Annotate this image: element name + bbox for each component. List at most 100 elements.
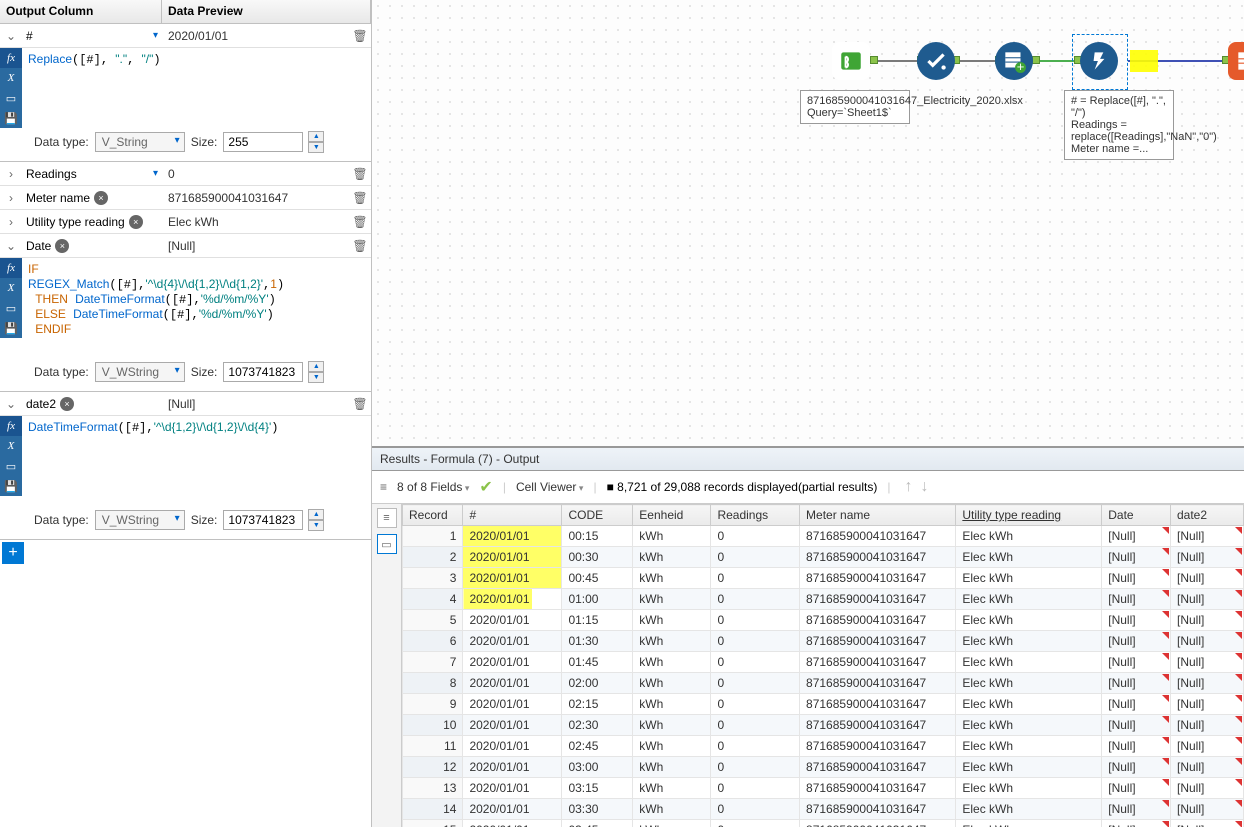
field-name-select[interactable]: Utility type reading× [22,213,162,231]
table-row[interactable]: 102020/01/0102:30kWh0871685900041031647E… [403,715,1244,736]
formula-block-1: fx X ▭ 💾 Replace([#], ".", "/") Data typ… [0,48,371,162]
clear-icon[interactable]: × [60,397,74,411]
chevron-right-icon[interactable]: › [0,211,22,233]
col-header[interactable]: Record [403,505,463,526]
field-name-select[interactable]: Date× [22,237,162,255]
field-row-meter: › Meter name× 871685900041031647 🗑 [0,186,371,210]
formula-tool-icon[interactable] [1080,42,1118,80]
fx-icon[interactable]: fx [0,48,22,68]
datatype-select[interactable]: V_String [95,132,185,152]
field-row-utility: › Utility type reading× Elec kWh 🗑 [0,210,371,234]
folder-icon[interactable]: ▭ [0,298,22,318]
table-row[interactable]: 72020/01/0101:45kWh0871685900041031647El… [403,652,1244,673]
variable-icon[interactable]: X [0,436,22,456]
select-tool-icon[interactable] [917,42,955,80]
field-name-select[interactable]: Meter name× [22,189,162,207]
chevron-down-icon[interactable]: ⌄ [0,393,22,415]
spin-down-icon[interactable]: ▼ [308,372,324,383]
save-icon[interactable]: 💾 [0,108,22,128]
clear-icon[interactable]: × [94,191,108,205]
field-preview: 2020/01/01 [162,27,349,45]
datatype-select[interactable]: V_WString [95,510,185,530]
field-name-select[interactable]: date2× [22,395,162,413]
col-header[interactable]: Readings [711,505,800,526]
trash-icon[interactable]: 🗑 [349,215,371,229]
col-header[interactable]: Meter name [800,505,956,526]
save-icon[interactable]: 💾 [0,476,22,496]
arrow-down-icon[interactable]: ↓ [920,478,928,495]
table-row[interactable]: 22020/01/0100:30kWh0871685900041031647El… [403,547,1244,568]
col-header[interactable]: date2 [1171,505,1244,526]
add-field-button[interactable]: + [2,542,24,564]
trash-icon[interactable]: 🗑 [349,239,371,253]
formula-text[interactable]: IF REGEX_Match([#],'^\d{4}\/\d{1,2}\/\d{… [22,258,371,391]
col-header[interactable]: # [463,505,562,526]
spin-down-icon[interactable]: ▼ [308,142,324,153]
folder-icon[interactable]: ▭ [0,456,22,476]
cell-viewer-dropdown[interactable]: Cell Viewer [516,480,584,494]
save-icon[interactable]: 💾 [0,318,22,338]
table-row[interactable]: 52020/01/0101:15kWh0871685900041031647El… [403,610,1244,631]
chevron-right-icon[interactable]: › [0,163,22,185]
size-input[interactable] [223,510,303,530]
col-header[interactable]: Date [1102,505,1171,526]
variable-icon[interactable]: X [0,278,22,298]
workflow-canvas[interactable]: + + 871685900041031647_Electricity_2020.… [372,0,1244,447]
results-toolbar: ≡ 8 of 8 Fields ✔ | Cell Viewer | ■ 8,72… [372,471,1244,504]
size-input[interactable] [223,132,303,152]
col-header[interactable]: Eenheid [633,505,711,526]
datatype-label: Data type: [34,135,89,149]
spin-down-icon[interactable]: ▼ [308,520,324,531]
field-name-select[interactable]: Readings▾ [22,165,162,183]
header-output-column: Output Column [0,0,162,23]
formula-text[interactable]: DateTimeFormat([#],'^\d{1,2}\/\d{1,2}\/\… [22,416,371,539]
trash-icon[interactable]: 🗑 [349,397,371,411]
grid-page-icon[interactable]: ▭ [377,534,397,554]
clear-icon[interactable]: × [129,215,143,229]
spin-up-icon[interactable]: ▲ [308,361,324,372]
field-name-select[interactable]: #▾ [22,27,162,45]
fx-icon[interactable]: fx [0,258,22,278]
variable-icon[interactable]: X [0,68,22,88]
table-row[interactable]: 112020/01/0102:45kWh0871685900041031647E… [403,736,1244,757]
table-row[interactable]: 32020/01/0100:45kWh0871685900041031647El… [403,568,1244,589]
formula-text[interactable]: Replace([#], ".", "/") [28,52,365,67]
header-data-preview: Data Preview [162,0,371,23]
arrow-up-icon[interactable]: ↑ [904,478,912,495]
table-row[interactable]: 12020/01/0100:15kWh0871685900041031647El… [403,526,1244,547]
table-row[interactable]: 152020/01/0103:45kWh0871685900041031647E… [403,820,1244,827]
folder-icon[interactable]: ▭ [0,88,22,108]
nav-arrows: ↑↓ [900,478,932,496]
fx-icon[interactable]: fx [0,416,22,436]
chevron-down-icon[interactable]: ⌄ [0,235,22,257]
table-row[interactable]: 122020/01/0103:00kWh0871685900041031647E… [403,757,1244,778]
table-row[interactable]: 82020/01/0102:00kWh0871685900041031647El… [403,673,1244,694]
table-row[interactable]: 92020/01/0102:15kWh0871685900041031647El… [403,694,1244,715]
chevron-right-icon[interactable]: › [0,187,22,209]
trash-icon[interactable]: 🗑 [349,29,371,43]
input-tool-icon[interactable] [832,42,870,80]
clear-icon[interactable]: × [55,239,69,253]
table-row[interactable]: 142020/01/0103:30kWh0871685900041031647E… [403,799,1244,820]
output-tool-icon[interactable] [1228,42,1244,80]
table-row[interactable]: 62020/01/0101:30kWh0871685900041031647El… [403,631,1244,652]
spin-up-icon[interactable]: ▲ [308,131,324,142]
fields-dropdown[interactable]: 8 of 8 Fields [397,480,469,494]
spin-up-icon[interactable]: ▲ [308,509,324,520]
table-row[interactable]: 132020/01/0103:15kWh0871685900041031647E… [403,778,1244,799]
col-header[interactable]: Utility type reading [956,505,1102,526]
results-grid[interactable]: Record # CODE Eenheid Readings Meter nam… [402,504,1244,827]
col-header[interactable]: CODE [562,505,633,526]
check-icon[interactable]: ✔ [479,477,492,497]
tool-annotation: # = Replace([#], ".", "/")Readings = rep… [1064,90,1174,160]
trash-icon[interactable]: 🗑 [349,167,371,181]
tool-annotation: 871685900041031647_Electricity_2020.xlsx… [800,90,910,124]
menu-icon[interactable]: ≡ [380,480,387,494]
trash-icon[interactable]: 🗑 [349,191,371,205]
size-input[interactable] [223,362,303,382]
chevron-down-icon[interactable]: ⌄ [0,25,22,47]
datatype-select[interactable]: V_WString [95,362,185,382]
data-tool-icon[interactable]: + [995,42,1033,80]
table-row[interactable]: 42020/01/0101:00kWh0871685900041031647El… [403,589,1244,610]
grid-view-icon[interactable]: ≡ [377,508,397,528]
